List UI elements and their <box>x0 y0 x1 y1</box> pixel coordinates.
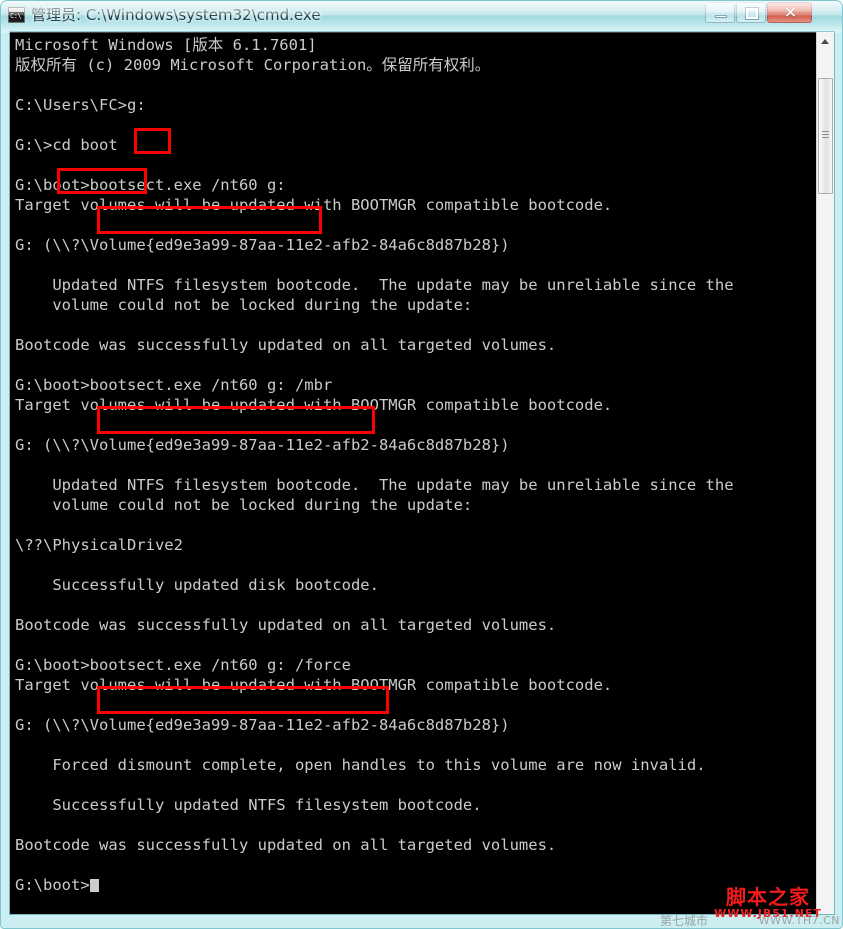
console-line: C:\Users\FC>g: <box>15 96 146 114</box>
close-button[interactable]: ✕ <box>767 2 812 23</box>
close-icon: ✕ <box>783 3 798 22</box>
console-line: Bootcode was successfully updated on all… <box>15 836 557 854</box>
window-title: 管理员: C:\Windows\system32\cmd.exe <box>31 6 321 24</box>
console-line: Target volumes will be updated with BOOT… <box>15 676 613 694</box>
console-screen[interactable]: Microsoft Windows [版本 6.1.7601] 版权所有 (c) … <box>10 32 818 914</box>
cmd-window: C:\ 管理员: C:\Windows\system32\cmd.exe ✕ M… <box>0 0 843 929</box>
console-line: Updated NTFS filesystem bootcode. The up… <box>15 276 734 294</box>
console-line: G:\boot> <box>15 875 815 895</box>
console-line: Target volumes will be updated with BOOT… <box>15 396 613 414</box>
minimize-icon <box>715 15 727 18</box>
vertical-scrollbar[interactable] <box>816 32 834 914</box>
console-line: volume could not be locked during the up… <box>15 296 473 314</box>
cmd-app-icon[interactable]: C:\ <box>8 7 25 23</box>
console-line: Forced dismount complete, open handles t… <box>15 756 706 774</box>
text-cursor <box>89 879 99 892</box>
app-icon-label: C:\ <box>10 12 22 20</box>
scrollbar-track[interactable] <box>817 49 834 914</box>
maximize-button[interactable] <box>736 2 766 23</box>
console-line: Successfully updated disk bootcode. <box>15 576 379 594</box>
console-line: G: (\\?\Volume{ed9e3a99-87aa-11e2-afb2-8… <box>15 436 510 454</box>
console-line: G: (\\?\Volume{ed9e3a99-87aa-11e2-afb2-8… <box>15 716 510 734</box>
console-line: 版权所有 (c) 2009 Microsoft Corporation。保留所有… <box>15 56 491 74</box>
scroll-up-button[interactable] <box>817 32 834 49</box>
console-output: Microsoft Windows [版本 6.1.7601] 版权所有 (c) … <box>15 35 815 895</box>
console-line: G:\boot>bootsect.exe /nt60 g: <box>15 176 286 194</box>
console-line: Updated NTFS filesystem bootcode. The up… <box>15 476 734 494</box>
console-line: G:\boot>bootsect.exe /nt60 g: /mbr <box>15 376 333 394</box>
scrollbar-grip-icon <box>822 131 829 132</box>
console-line: Target volumes will be updated with BOOT… <box>15 196 613 214</box>
console-line: \??\PhysicalDrive2 <box>15 536 183 554</box>
console-line: G:\boot>bootsect.exe /nt60 g: /force <box>15 656 351 674</box>
maximize-icon <box>745 7 759 20</box>
scrollbar-thumb[interactable] <box>818 78 833 194</box>
chevron-up-icon <box>821 39 829 44</box>
console-line: Successfully updated NTFS filesystem boo… <box>15 796 482 814</box>
console-line: volume could not be locked during the up… <box>15 496 473 514</box>
console-client-area: Microsoft Windows [版本 6.1.7601] 版权所有 (c) … <box>9 31 835 915</box>
console-line: G:\>cd boot <box>15 136 118 154</box>
console-line: Microsoft Windows [版本 6.1.7601] <box>15 36 317 54</box>
console-line: Bootcode was successfully updated on all… <box>15 616 557 634</box>
console-line: Bootcode was successfully updated on all… <box>15 336 557 354</box>
console-line: G: (\\?\Volume{ed9e3a99-87aa-11e2-afb2-8… <box>15 236 510 254</box>
minimize-button[interactable] <box>705 2 735 23</box>
title-bar[interactable]: C:\ 管理员: C:\Windows\system32\cmd.exe ✕ <box>0 0 843 30</box>
